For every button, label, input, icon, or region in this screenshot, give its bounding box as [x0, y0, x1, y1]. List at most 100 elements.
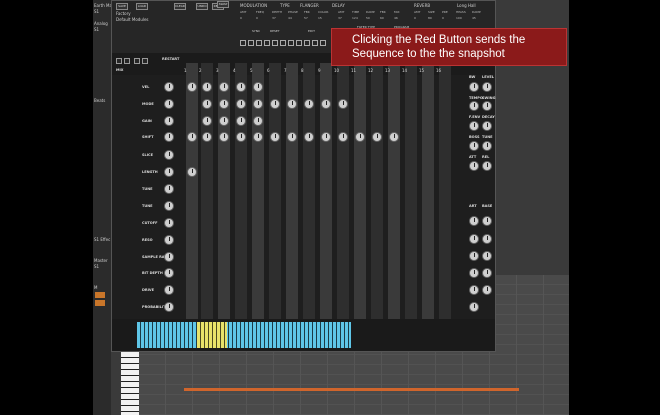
step-knob[interactable]: [389, 132, 399, 142]
clear-button[interactable]: CLEAR: [174, 3, 186, 10]
level-knob[interactable]: [482, 82, 492, 92]
bw-knob[interactable]: [469, 82, 479, 92]
base-knob[interactable]: [482, 216, 492, 226]
row-knob[interactable]: [164, 82, 174, 92]
step-knob[interactable]: [236, 132, 246, 142]
track-label[interactable]: S1 Effec: [94, 237, 110, 242]
vertical-piano-roll-keys[interactable]: [121, 352, 139, 415]
row-knob[interactable]: [164, 99, 174, 109]
param-value[interactable]: 0: [240, 16, 242, 20]
save-button[interactable]: SAVE: [116, 3, 128, 10]
step-knob[interactable]: [253, 99, 263, 109]
row-knob[interactable]: [164, 184, 174, 194]
load-button[interactable]: LOAD: [136, 3, 148, 10]
sync-button[interactable]: SYNC: [252, 29, 260, 33]
param-value[interactable]: 80: [428, 16, 432, 20]
track-label[interactable]: Beats: [94, 98, 105, 103]
f-env-knob[interactable]: [469, 121, 479, 131]
step-column[interactable]: [371, 63, 383, 319]
row-knob[interactable]: [164, 116, 174, 126]
art-knob[interactable]: [469, 268, 479, 278]
step-column[interactable]: [405, 63, 417, 319]
param-value[interactable]: 124: [352, 16, 358, 20]
param-value[interactable]: 50: [366, 16, 370, 20]
param-value[interactable]: 0: [414, 16, 416, 20]
snapshot-slot[interactable]: [312, 40, 318, 46]
track-label[interactable]: Earth Ma: [94, 3, 112, 8]
step-number[interactable]: 10: [334, 68, 339, 73]
swap-button[interactable]: SWAP: [217, 1, 229, 8]
arrow-right-icon[interactable]: [142, 58, 148, 64]
step-knob[interactable]: [304, 132, 314, 142]
step-knob[interactable]: [187, 167, 197, 177]
step-number[interactable]: 3: [216, 68, 219, 73]
step-knob[interactable]: [219, 82, 229, 92]
step-number[interactable]: 1: [184, 68, 187, 73]
track-label[interactable]: S1: [94, 264, 99, 269]
snapshot-slot[interactable]: [248, 40, 254, 46]
step-knob[interactable]: [321, 132, 331, 142]
arrow-left-icon[interactable]: [134, 58, 140, 64]
param-value[interactable]: 37: [272, 16, 276, 20]
step-knob[interactable]: [253, 82, 263, 92]
art-knob[interactable]: [469, 251, 479, 261]
param-value[interactable]: 0: [442, 16, 444, 20]
row-knob[interactable]: [164, 132, 174, 142]
play-icon[interactable]: [116, 58, 122, 64]
boss-knob[interactable]: [469, 141, 479, 151]
record-button[interactable]: [95, 292, 105, 298]
snapshot-slot[interactable]: [256, 40, 262, 46]
step-knob[interactable]: [304, 99, 314, 109]
step-knob[interactable]: [202, 116, 212, 126]
row-knob[interactable]: [164, 285, 174, 295]
step-number[interactable]: 6: [267, 68, 270, 73]
step-knob[interactable]: [287, 132, 297, 142]
step-knob[interactable]: [187, 132, 197, 142]
step-knob[interactable]: [236, 116, 246, 126]
track-label[interactable]: S1: [94, 9, 99, 14]
swing-knob[interactable]: [482, 101, 492, 111]
base-knob[interactable]: [482, 234, 492, 244]
step-number[interactable]: 7: [284, 68, 287, 73]
piano-keyboard[interactable]: [137, 322, 351, 348]
edit-button[interactable]: EDIT: [308, 29, 315, 33]
row-knob[interactable]: [164, 235, 174, 245]
reset-button[interactable]: RESET: [270, 29, 280, 33]
row-knob[interactable]: [164, 218, 174, 228]
track-label[interactable]: Analog: [94, 21, 108, 26]
step-knob[interactable]: [253, 116, 263, 126]
base-knob[interactable]: [482, 251, 492, 261]
step-knob[interactable]: [321, 99, 331, 109]
record-icon[interactable]: [124, 58, 130, 64]
base-knob[interactable]: [482, 285, 492, 295]
param-value[interactable]: 37: [338, 16, 342, 20]
snapshot-slot[interactable]: [264, 40, 270, 46]
step-knob[interactable]: [270, 99, 280, 109]
step-number[interactable]: 14: [402, 68, 407, 73]
art-knob[interactable]: [469, 285, 479, 295]
art-knob[interactable]: [469, 302, 479, 312]
row-knob[interactable]: [164, 252, 174, 262]
row-knob[interactable]: [164, 302, 174, 312]
step-number[interactable]: 2: [199, 68, 202, 73]
step-number[interactable]: 12: [368, 68, 373, 73]
step-knob[interactable]: [236, 82, 246, 92]
art-knob[interactable]: [469, 234, 479, 244]
step-number[interactable]: 16: [436, 68, 441, 73]
step-column[interactable]: [388, 63, 400, 319]
att-knob[interactable]: [469, 161, 479, 171]
track-label[interactable]: S1: [94, 27, 99, 32]
row-knob[interactable]: [164, 268, 174, 278]
snapshot-slot[interactable]: [288, 40, 294, 46]
rel-knob[interactable]: [482, 161, 492, 171]
tempo-knob[interactable]: [469, 101, 479, 111]
step-knob[interactable]: [219, 99, 229, 109]
step-knob[interactable]: [202, 132, 212, 142]
step-column[interactable]: [422, 63, 434, 319]
step-number[interactable]: 13: [385, 68, 390, 73]
snapshot-slot[interactable]: [272, 40, 278, 46]
step-column[interactable]: [186, 63, 198, 319]
row-knob[interactable]: [164, 167, 174, 177]
param-value[interactable]: 60: [380, 16, 384, 20]
step-number[interactable]: 9: [318, 68, 321, 73]
